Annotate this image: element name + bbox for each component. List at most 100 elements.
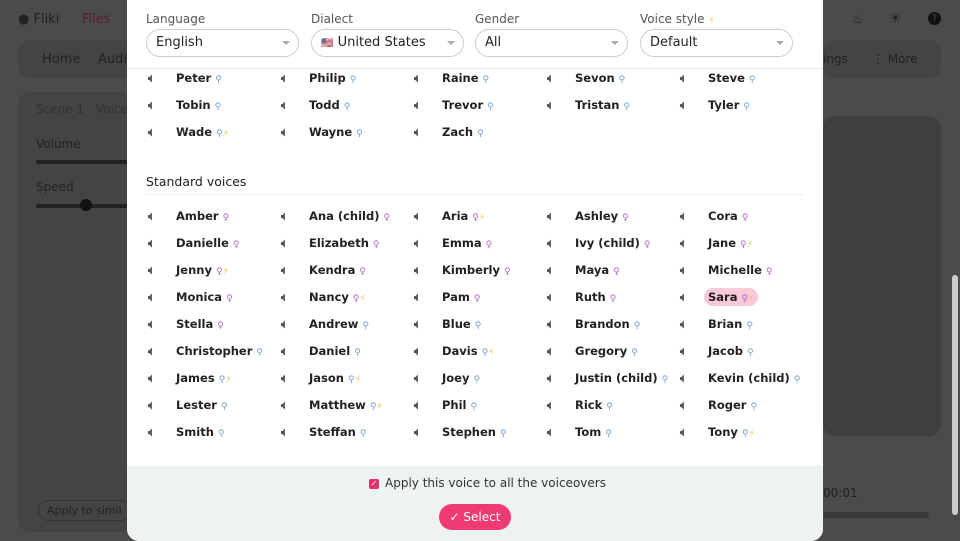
speaker-icon[interactable]: 🔈︎ [148, 71, 164, 86]
speaker-icon[interactable]: 🔈︎ [281, 371, 297, 386]
dialect-select[interactable]: 🇺🇸 United States [311, 29, 464, 57]
speaker-icon[interactable]: 🔈︎ [547, 263, 563, 278]
voice-item[interactable]: 🔈︎ Monica ♀ [148, 287, 237, 307]
speaker-icon[interactable]: 🔈︎ [148, 236, 164, 251]
speaker-icon[interactable]: 🔈︎ [148, 263, 164, 278]
voice-item[interactable]: 🔈︎ Maya ♀ [547, 260, 624, 280]
speaker-icon[interactable]: 🔈︎ [680, 317, 696, 332]
speaker-icon[interactable]: 🔈︎ [281, 398, 297, 413]
voice-item[interactable]: 🔈︎ Tristan ⚲ [547, 95, 634, 115]
speaker-icon[interactable]: 🔈︎ [281, 344, 297, 359]
help-icon[interactable]: ? [928, 12, 941, 25]
speaker-icon[interactable]: 🔈︎ [148, 398, 164, 413]
speaker-icon[interactable]: 🔈︎ [414, 425, 430, 440]
voice-item[interactable]: 🔈︎ Emma ♀ [414, 233, 496, 253]
speaker-icon[interactable]: 🔈︎ [148, 98, 164, 113]
voice-item[interactable]: 🔈︎ Stella ♀ [148, 314, 228, 334]
speaker-icon[interactable]: 🔈︎ [148, 209, 164, 224]
voice-item[interactable]: 🔈︎ Amber ♀ [148, 206, 233, 226]
voice-item[interactable]: 🔈︎ James ⚲⚡ [148, 368, 236, 388]
scrollbar[interactable] [952, 275, 958, 515]
voice-item[interactable]: 🔈︎ Danielle ♀ [148, 233, 244, 253]
voice-item[interactable]: 🔈︎ Tom ⚲ [547, 422, 616, 442]
apply-all-label[interactable]: Apply this voice to all the voiceovers [385, 476, 606, 490]
speaker-icon[interactable]: 🔈︎ [680, 290, 696, 305]
speaker-icon[interactable]: 🔈︎ [547, 398, 563, 413]
speaker-icon[interactable]: 🔈︎ [414, 317, 430, 332]
voice-item[interactable]: 🔈︎ Tobin ⚲ [148, 95, 225, 115]
speaker-icon[interactable]: 🔈︎ [281, 236, 297, 251]
voice-item[interactable]: 🔈︎ Kevin (child) ⚲ [680, 368, 804, 388]
voice-style-select[interactable]: Default [640, 29, 793, 57]
speaker-icon[interactable]: 🔈︎ [148, 290, 164, 305]
voice-item[interactable]: 🔈︎ Justin (child) ⚲ [547, 368, 672, 388]
voice-item[interactable]: 🔈︎ Davis ⚲⚡ [414, 341, 499, 361]
voice-item[interactable]: 🔈︎ Jacob ⚲ [680, 341, 758, 361]
voice-item[interactable]: 🔈︎ Jason ⚲⚡ [281, 368, 365, 388]
voice-item[interactable]: 🔈︎ Ashley ♀ [547, 206, 633, 226]
speaker-icon[interactable]: 🔈︎ [680, 209, 696, 224]
voice-item[interactable]: 🔈︎ Brian ⚲ [680, 314, 757, 334]
voice-item[interactable]: 🔈︎ Gregory ⚲ [547, 341, 642, 361]
app-logo[interactable]: ● Fliki [18, 12, 59, 27]
settings-button[interactable]: ings [823, 52, 848, 66]
more-button[interactable]: ⋮ More [872, 52, 918, 66]
voice-item[interactable]: 🔈︎ Sevon ⚲ [547, 68, 629, 88]
voice-item[interactable]: 🔈︎ Phil ⚲ [414, 395, 481, 415]
gender-select[interactable]: All [475, 29, 628, 57]
volume-slider[interactable] [36, 160, 128, 164]
speaker-icon[interactable]: 🔈︎ [414, 263, 430, 278]
speaker-icon[interactable]: 🔈︎ [281, 290, 297, 305]
speaker-icon[interactable]: 🔈︎ [281, 125, 297, 140]
voice-item[interactable]: 🔈︎ Kendra ♀ [281, 260, 370, 280]
speaker-icon[interactable]: 🔈︎ [680, 425, 696, 440]
speaker-icon[interactable]: 🔈︎ [547, 317, 563, 332]
speaker-icon[interactable]: 🔈︎ [547, 98, 563, 113]
voice-item[interactable]: 🔈︎ Ana (child) ♀ [281, 206, 394, 226]
voice-item[interactable]: 🔈︎ Matthew ⚲⚡ [281, 395, 387, 415]
voice-item[interactable]: 🔈︎ Todd ⚲ [281, 95, 354, 115]
speaker-icon[interactable]: 🔈︎ [414, 398, 430, 413]
speaker-icon[interactable]: 🔈︎ [414, 290, 430, 305]
voice-item[interactable]: 🔈︎ Brandon ⚲ [547, 314, 644, 334]
voice-item[interactable]: 🔈︎ Tyler ⚲ [680, 95, 754, 115]
speaker-icon[interactable]: 🔈︎ [680, 344, 696, 359]
voice-item[interactable]: 🔈︎ Steve ⚲ [680, 68, 759, 88]
voice-item[interactable]: 🔈︎ Wade ⚲⚡ [148, 122, 233, 142]
speaker-icon[interactable]: 🔈︎ [281, 263, 297, 278]
speaker-icon[interactable]: 🔈︎ [414, 344, 430, 359]
language-select[interactable]: English [146, 29, 299, 57]
voice-item[interactable]: 🔈︎ Raine ⚲ [414, 68, 493, 88]
voice-item[interactable]: 🔈︎ Smith ⚲ [148, 422, 229, 442]
voice-item[interactable]: 🔈︎ Nancy ♀⚡ [281, 287, 370, 307]
voice-item[interactable]: 🔈︎ Daniel ⚲ [281, 341, 365, 361]
speaker-icon[interactable]: 🔈︎ [680, 236, 696, 251]
voice-item[interactable]: 🔈︎ Cora ♀ [680, 206, 752, 226]
speaker-icon[interactable]: 🔈︎ [281, 425, 297, 440]
voice-item[interactable]: 🔈︎ Steffan ⚲ [281, 422, 370, 442]
speaker-icon[interactable]: 🔈︎ [547, 290, 563, 305]
voice-item[interactable]: 🔈︎ Peter ⚲ [148, 68, 226, 88]
speaker-icon[interactable]: 🔈︎ [547, 209, 563, 224]
theme-icon[interactable]: ☀ [889, 11, 902, 27]
fire-icon[interactable]: ♨ [852, 12, 864, 27]
speaker-icon[interactable]: 🔈︎ [414, 98, 430, 113]
speed-slider-handle[interactable] [80, 199, 92, 211]
voice-item[interactable]: 🔈︎ Wayne ⚲ [281, 122, 367, 142]
speaker-icon[interactable]: 🔈︎ [414, 209, 430, 224]
speaker-icon[interactable]: 🔈︎ [547, 425, 563, 440]
speaker-icon[interactable]: 🔈︎ [680, 71, 696, 86]
speaker-icon[interactable]: 🔈︎ [547, 236, 563, 251]
voice-item[interactable]: 🔈︎ Jane ♀⚡ [680, 233, 757, 253]
speaker-icon[interactable]: 🔈︎ [680, 98, 696, 113]
speaker-icon[interactable]: 🔈︎ [414, 236, 430, 251]
speaker-icon[interactable]: 🔈︎ [148, 344, 164, 359]
voice-item[interactable]: 🔈︎ Sara ♀⚡ [680, 287, 759, 307]
voice-item[interactable]: 🔈︎ Aria ♀⚡ [414, 206, 489, 226]
voice-item[interactable]: 🔈︎ Andrew ⚲ [281, 314, 373, 334]
voice-item[interactable]: 🔈︎ Pam ♀ [414, 287, 484, 307]
speaker-icon[interactable]: 🔈︎ [281, 317, 297, 332]
voice-item[interactable]: 🔈︎ Trevor ⚲ [414, 95, 498, 115]
voice-item[interactable]: 🔈︎ Ruth ♀ [547, 287, 620, 307]
voice-item[interactable]: 🔈︎ Kimberly ♀ [414, 260, 515, 280]
